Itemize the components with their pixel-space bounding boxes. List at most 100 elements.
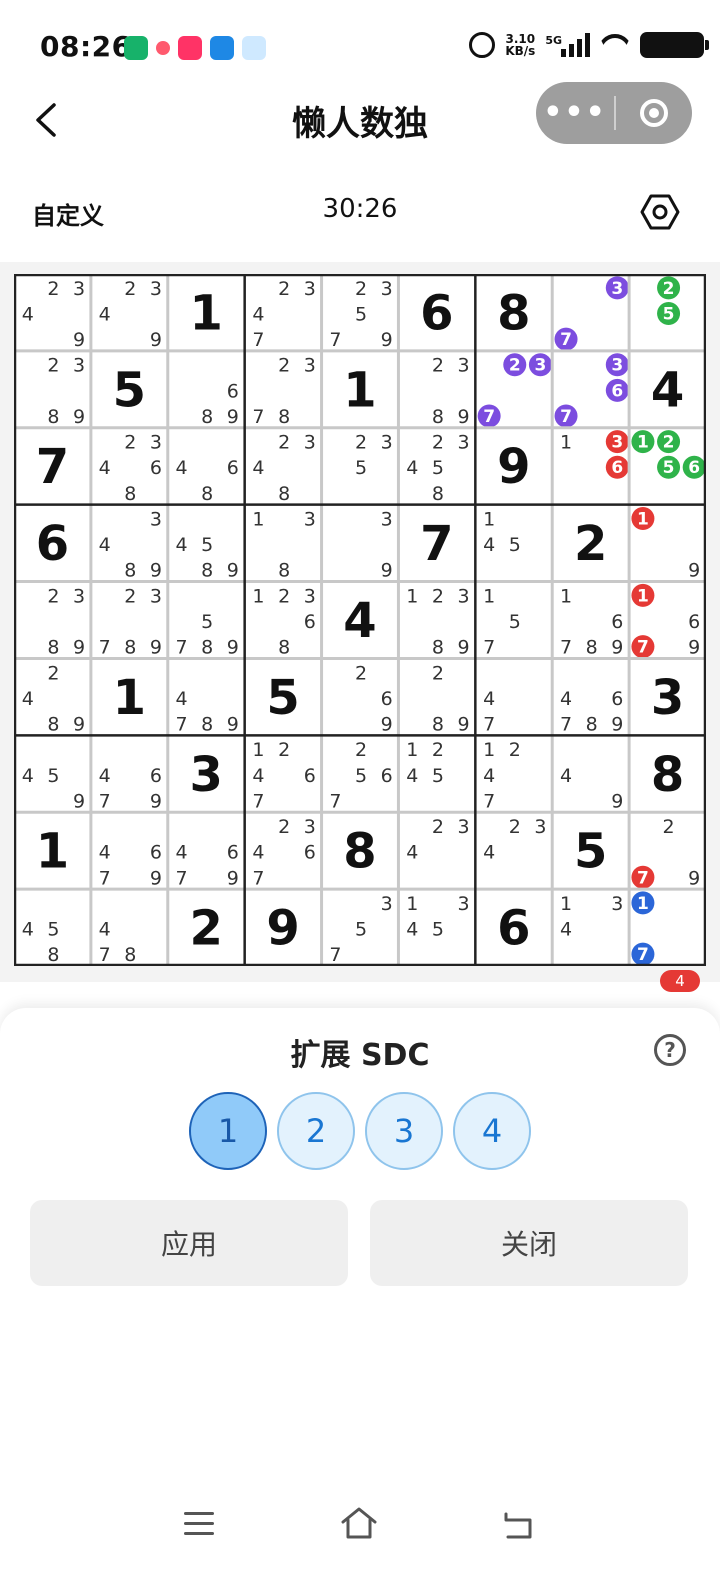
given-digit[interactable]: 7 (36, 439, 69, 495)
home-icon[interactable] (340, 1506, 378, 1540)
candidate-digit: 2 (355, 662, 367, 684)
candidate-digit: 7 (176, 714, 188, 736)
given-digit[interactable]: 8 (651, 747, 684, 803)
given-digit[interactable]: 5 (113, 362, 146, 418)
video-app-icon (178, 36, 202, 60)
more-icon[interactable]: ••• (536, 98, 614, 128)
battery-icon (640, 32, 709, 58)
given-digit[interactable]: 6 (497, 901, 530, 957)
given-digit[interactable]: 1 (190, 285, 223, 341)
recent-apps-icon[interactable] (184, 1512, 214, 1536)
level-option-2[interactable]: 2 (277, 1092, 355, 1170)
given-digit[interactable]: 1 (113, 670, 146, 726)
candidate-digit: 5 (355, 303, 367, 325)
candidate-digit: 7 (560, 637, 572, 659)
candidate-digit: 3 (150, 508, 162, 530)
candidate-digit: 6 (304, 842, 316, 864)
highlighted-candidate: 5 (663, 458, 675, 478)
sudoku-board[interactable]: 2349234912347235796837252389568923781238… (14, 274, 706, 966)
level-option-3[interactable]: 3 (365, 1092, 443, 1170)
candidate-digit: 4 (483, 765, 495, 787)
given-digit[interactable]: 1 (36, 824, 69, 880)
candidate-digit: 4 (99, 919, 111, 941)
sudoku-grid[interactable]: 2 3492 349 1 2 3472 357 9 6 8 37252 38 9 5 68 92 37 8 1 2 38… (14, 274, 706, 966)
candidate-digit: 8 (47, 637, 59, 659)
system-icons: 3.10 KB/s 5G (469, 32, 709, 58)
alarm-icon (469, 32, 496, 58)
candidate-digit: 1 (483, 739, 495, 761)
given-digit[interactable]: 3 (651, 670, 684, 726)
given-digit[interactable]: 4 (651, 362, 684, 418)
candidate-digit: 6 (227, 380, 239, 402)
candidate-digit: 9 (73, 637, 85, 659)
candidate-digit: 9 (688, 637, 700, 659)
apply-button[interactable]: 应用 (30, 1200, 348, 1286)
given-digit[interactable]: 3 (190, 747, 223, 803)
highlighted-candidate: 2 (663, 279, 675, 299)
candidate-digit: 7 (252, 790, 264, 812)
notification-icons (124, 36, 266, 60)
candidate-digit: 3 (73, 355, 85, 377)
candidate-digit: 3 (304, 816, 316, 838)
given-digit[interactable]: 9 (497, 439, 530, 495)
candidate-digit: 9 (611, 790, 623, 812)
candidate-digit: 3 (381, 432, 393, 454)
candidate-digit: 2 (432, 739, 444, 761)
level-option-1[interactable]: 1 (189, 1092, 267, 1170)
given-digit[interactable]: 6 (36, 516, 69, 572)
given-digit[interactable]: 1 (343, 362, 376, 418)
close-button[interactable]: 关闭 (370, 1200, 688, 1286)
candidate-digit: 8 (432, 637, 444, 659)
candidate-digit: 6 (381, 765, 393, 787)
candidate-digit: 1 (406, 585, 418, 607)
candidate-digit: 2 (124, 278, 136, 300)
level-option-4[interactable]: 4 (453, 1092, 531, 1170)
candidate-digit: 5 (432, 457, 444, 479)
highlighted-candidate: 7 (637, 868, 649, 888)
return-icon[interactable] (502, 1510, 534, 1540)
candidate-digit: 9 (73, 790, 85, 812)
candidate-digit: 9 (381, 329, 393, 351)
candidate-digit: 5 (47, 765, 59, 787)
candidate-digit: 8 (278, 483, 290, 505)
highlighted-candidate: 1 (637, 509, 649, 529)
candidate-digit: 8 (201, 560, 213, 582)
highlighted-candidate: 2 (509, 356, 521, 376)
candidate-digit: 9 (457, 637, 469, 659)
candidate-digit: 2 (663, 816, 675, 838)
candidate-digit: 4 (99, 765, 111, 787)
given-digit[interactable]: 2 (190, 901, 223, 957)
given-digit[interactable]: 8 (343, 824, 376, 880)
candidate-digit: 6 (150, 842, 162, 864)
candidate-digit: 4 (252, 457, 264, 479)
candidate-digit: 5 (509, 611, 521, 633)
signal-icon: 5G (545, 33, 590, 57)
candidate-digit: 9 (227, 714, 239, 736)
mini-program-capsule: ••• (536, 82, 692, 144)
candidate-digit: 6 (304, 765, 316, 787)
highlighted-candidate: 5 (663, 304, 675, 324)
candidate-digit: 7 (560, 714, 572, 736)
close-mini-program-button[interactable] (616, 99, 692, 127)
candidate-digit: 2 (355, 739, 367, 761)
highlighted-candidate: 7 (560, 330, 572, 350)
candidate-digit: 7 (176, 867, 188, 889)
given-digit[interactable]: 5 (574, 824, 607, 880)
given-digit[interactable]: 7 (420, 516, 453, 572)
settings-hexagon-icon[interactable] (640, 192, 680, 232)
candidate-digit: 2 (509, 739, 521, 761)
candidate-digit: 2 (124, 432, 136, 454)
given-digit[interactable]: 8 (497, 285, 530, 341)
candidate-digit: 7 (176, 637, 188, 659)
given-digit[interactable]: 6 (420, 285, 453, 341)
help-icon[interactable]: ? (654, 1034, 686, 1066)
given-digit[interactable]: 9 (266, 901, 299, 957)
given-digit[interactable]: 2 (574, 516, 607, 572)
candidate-digit: 4 (176, 457, 188, 479)
system-nav-bar (0, 1496, 720, 1556)
candidate-digit: 2 (278, 355, 290, 377)
candidate-digit: 8 (201, 483, 213, 505)
highlighted-candidate: 3 (611, 356, 623, 376)
given-digit[interactable]: 4 (343, 593, 376, 649)
given-digit[interactable]: 5 (266, 670, 299, 726)
